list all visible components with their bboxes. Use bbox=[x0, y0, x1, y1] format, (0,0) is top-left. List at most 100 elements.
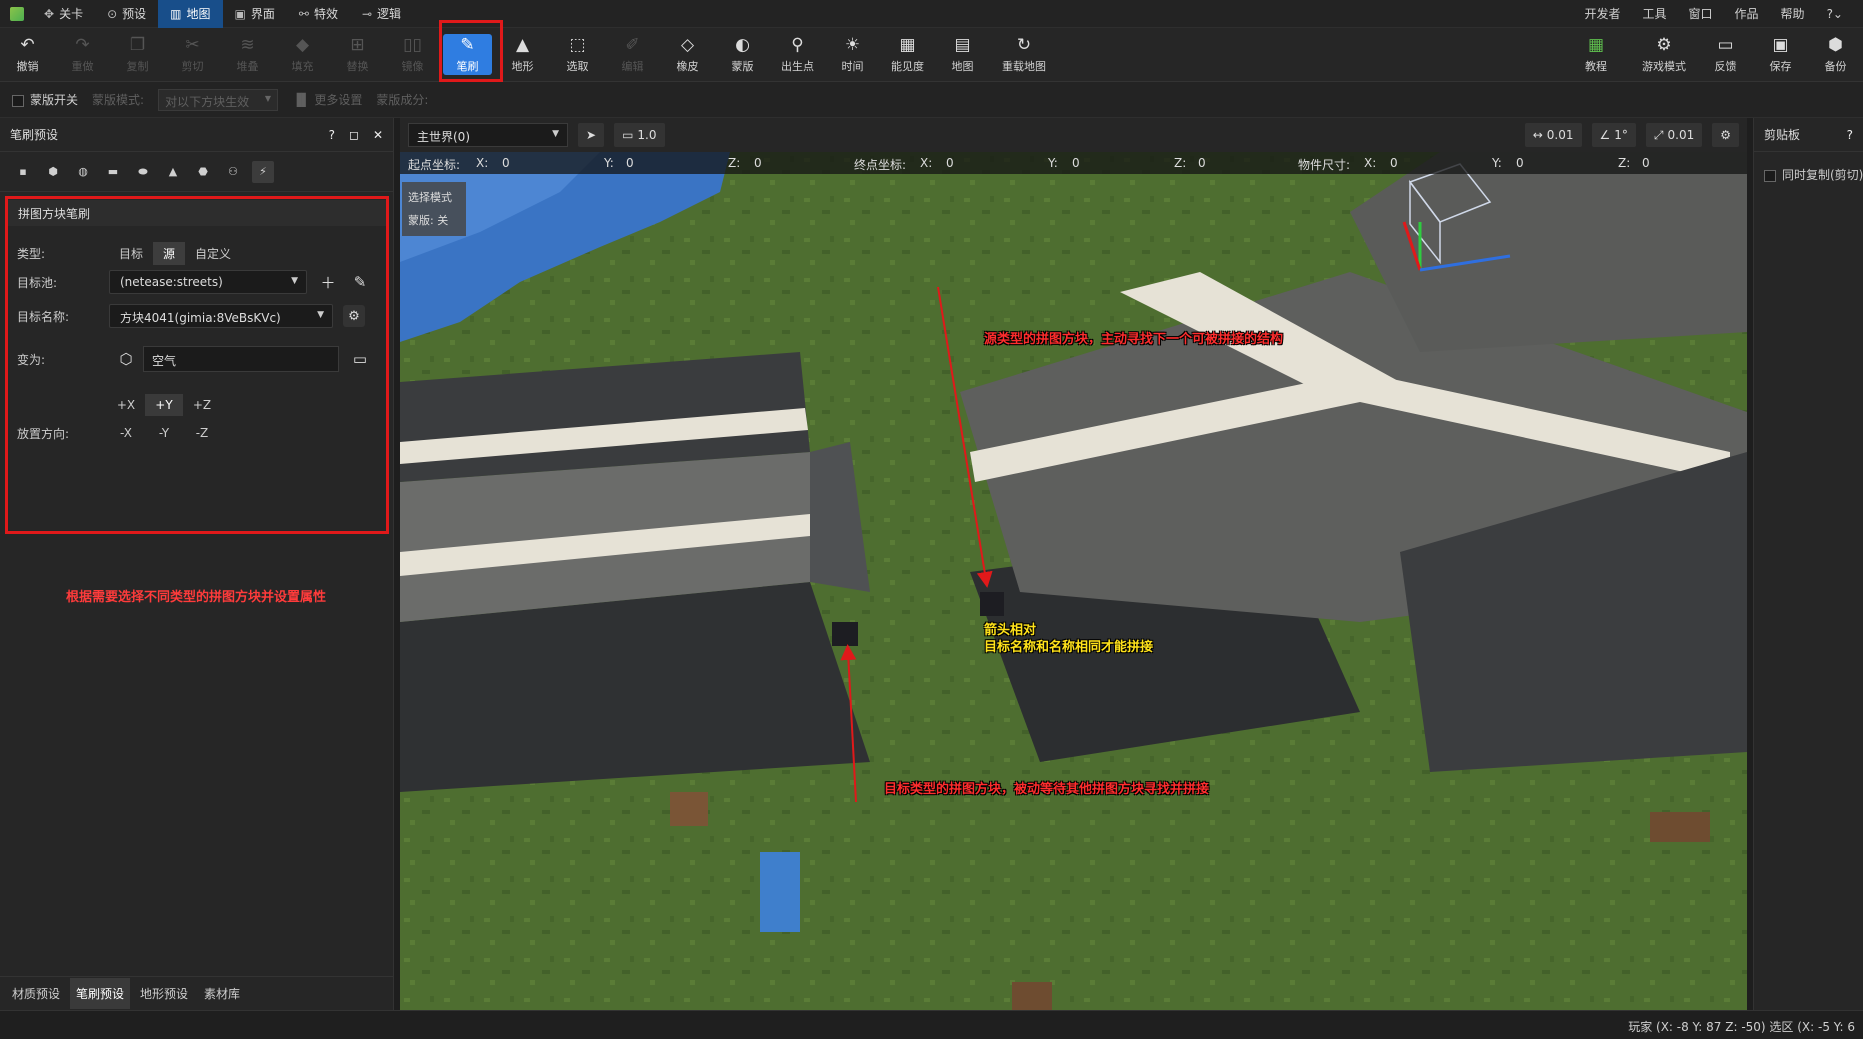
mask-toggle-checkbox[interactable] bbox=[12, 94, 24, 107]
shape-pyramid-icon[interactable]: ▲ bbox=[162, 161, 184, 183]
replace-button[interactable]: ⊞ 替换 bbox=[330, 28, 385, 81]
tab-interface[interactable]: ▣ 界面 bbox=[223, 0, 287, 28]
shape-sphere-icon[interactable]: ◍ bbox=[72, 161, 94, 183]
spawn-point-button[interactable]: ⚲ 出生点 bbox=[770, 28, 825, 81]
eraser-button[interactable]: ◇ 橡皮 bbox=[660, 28, 715, 81]
mask-mode-select[interactable]: 对以下方块生效 bbox=[158, 88, 279, 111]
dir-minus-z[interactable]: -Z bbox=[183, 422, 221, 444]
shape-point-icon[interactable]: ▪ bbox=[12, 161, 34, 183]
map-icon: ▤ bbox=[954, 34, 971, 55]
map-button[interactable]: ▤ 地图 bbox=[935, 28, 990, 81]
rotate-step-button[interactable]: ∠ 1° bbox=[1591, 123, 1636, 147]
type-target[interactable]: 目标 bbox=[109, 242, 153, 265]
terrain-button[interactable]: ▲ 地形 bbox=[495, 28, 550, 81]
reload-map-button[interactable]: ↻ 重载地图 bbox=[990, 28, 1058, 81]
shape-dome-icon[interactable]: ⬬ bbox=[132, 161, 154, 183]
dir-plus-x[interactable]: +X bbox=[107, 394, 145, 416]
half-circle-icon: ◐ bbox=[735, 34, 750, 55]
water-pool bbox=[760, 852, 800, 932]
tab-asset-library[interactable]: 素材库 bbox=[198, 978, 246, 1009]
cut-button[interactable]: ✂ 剪切 bbox=[165, 28, 220, 81]
reload-icon: ↻ bbox=[1016, 34, 1032, 55]
dir-plus-z[interactable]: +Z bbox=[183, 394, 221, 416]
target-settings-icon[interactable]: ⚙ bbox=[343, 305, 365, 327]
sync-copy-checkbox[interactable] bbox=[1764, 169, 1776, 182]
help-icon[interactable]: ? bbox=[329, 128, 335, 142]
menu-help[interactable]: 帮助 bbox=[1781, 5, 1805, 22]
minecraft-scene bbox=[400, 152, 1747, 1010]
maximize-icon[interactable]: ◻ bbox=[349, 128, 359, 142]
edit-button[interactable]: ✐ 编辑 bbox=[605, 28, 660, 81]
move-step-button[interactable]: ↔ 0.01 bbox=[1524, 123, 1582, 147]
shape-barrel-icon[interactable]: ⬣ bbox=[192, 161, 214, 183]
layers-icon: ≋ bbox=[240, 34, 255, 55]
dirt-patch bbox=[1650, 812, 1710, 842]
undo-button[interactable]: ↶ 撤销 bbox=[0, 28, 55, 81]
mask-toggle[interactable]: 蒙版开关 bbox=[12, 91, 78, 108]
tutorial-button[interactable]: ▦ 教程 bbox=[1562, 28, 1630, 81]
arrows-annotation: 箭头相对 目标名称和名称相同才能拼接 bbox=[984, 623, 1154, 655]
edit-pool-icon[interactable]: ✎ bbox=[349, 271, 371, 293]
dir-minus-x[interactable]: -X bbox=[107, 422, 145, 444]
status-bar: 玩家 (X: -8 Y: 87 Z: -50) 选区 (X: -5 Y: 6 bbox=[0, 1010, 1863, 1039]
selection-icon: ⬚ bbox=[569, 34, 586, 55]
effects-icon: ⚯ bbox=[298, 6, 309, 21]
feedback-button[interactable]: ▭ 反馈 bbox=[1698, 28, 1753, 81]
more-settings[interactable]: ▐▌ 更多设置 bbox=[292, 91, 362, 108]
game-mode-button[interactable]: ⚙ 游戏模式 bbox=[1630, 28, 1698, 81]
save-button[interactable]: ▣ 保存 bbox=[1753, 28, 1808, 81]
scene-viewport[interactable]: 主世界(0) ➤ ▭1.0 ↔0.01 ∠1° ⤢0.01 ⚙ 起点坐标: X:… bbox=[400, 118, 1747, 1010]
direction-row: 放置方向: +X +Y +Z -X -Y -Z bbox=[17, 394, 221, 444]
dir-minus-y[interactable]: -Y bbox=[145, 422, 183, 444]
menu-window[interactable]: 窗口 bbox=[1689, 5, 1713, 22]
time-button[interactable]: ☀ 时间 bbox=[825, 28, 880, 81]
target-pool-select[interactable]: (netease:streets) bbox=[109, 270, 307, 294]
copy-button[interactable]: ❐ 复制 bbox=[110, 28, 165, 81]
help-icon[interactable]: ? bbox=[1847, 128, 1853, 142]
visibility-button[interactable]: ▦ 能见度 bbox=[880, 28, 935, 81]
menu-works[interactable]: 作品 bbox=[1735, 5, 1759, 22]
stack-button[interactable]: ≋ 堆叠 bbox=[220, 28, 275, 81]
tab-terrain-preset[interactable]: 地形预设 bbox=[134, 978, 194, 1009]
scale-icon: ⤢ bbox=[1653, 127, 1664, 142]
target-name-select[interactable]: 方块4041(gimia:8VeBsKVc) bbox=[109, 304, 333, 328]
shape-cylinder-icon[interactable]: ▬ bbox=[102, 161, 124, 183]
viewport-settings-button[interactable]: ⚙ bbox=[1712, 123, 1739, 147]
eraser-icon: ◇ bbox=[680, 34, 695, 55]
help-dropdown-icon[interactable]: ?⌄ bbox=[1827, 7, 1843, 21]
close-icon[interactable]: ✕ bbox=[373, 128, 383, 142]
menu-tools[interactable]: 工具 bbox=[1643, 5, 1667, 22]
select-button[interactable]: ⬚ 选取 bbox=[550, 28, 605, 81]
shape-structure-icon[interactable]: ⚇ bbox=[222, 161, 244, 183]
type-custom[interactable]: 自定义 bbox=[185, 242, 241, 265]
mirror-button[interactable]: ▯▯ 镜像 bbox=[385, 28, 440, 81]
folder-icon[interactable]: ▭ bbox=[349, 348, 371, 370]
tab-level[interactable]: ✥ 关卡 bbox=[32, 0, 95, 28]
tab-brush-preset[interactable]: 笔刷预设 bbox=[70, 978, 131, 1009]
fill-button[interactable]: ◆ 填充 bbox=[275, 28, 330, 81]
tab-map[interactable]: ▥ 地图 bbox=[158, 0, 223, 28]
tab-effects[interactable]: ⚯ 特效 bbox=[287, 0, 350, 28]
tab-material-preset[interactable]: 材质预设 bbox=[6, 978, 66, 1009]
type-source[interactable]: 源 bbox=[153, 242, 186, 265]
shape-cube-icon[interactable]: ⬢ bbox=[42, 161, 64, 183]
shape-jigsaw-icon[interactable]: ⚡ bbox=[252, 160, 274, 183]
dir-plus-y[interactable]: +Y bbox=[145, 394, 183, 416]
tab-logic[interactable]: ⊸ 逻辑 bbox=[350, 0, 413, 28]
turn-into-input[interactable]: 空气 bbox=[143, 346, 339, 372]
mask-mode-label: 蒙版模式: bbox=[92, 93, 145, 107]
tab-preset[interactable]: ⊙ 预设 bbox=[95, 0, 158, 28]
source-annotation: 源类型的拼图方块，主动寻找下一个可被拼接的结构 bbox=[984, 332, 1284, 347]
scale-step-button[interactable]: ⤢ 0.01 bbox=[1645, 123, 1703, 147]
mask-button[interactable]: ◐ 蒙版 bbox=[715, 28, 770, 81]
navigate-button[interactable]: ➤ bbox=[578, 123, 605, 147]
sync-copy-option[interactable]: 同时复制(剪切) bbox=[1764, 166, 1863, 183]
add-pool-icon[interactable]: ＋ bbox=[317, 271, 339, 293]
viewport-toolbar: 主世界(0) ➤ ▭1.0 ↔0.01 ∠1° ⤢0.01 ⚙ bbox=[400, 118, 1747, 152]
menu-developer[interactable]: 开发者 bbox=[1584, 5, 1620, 22]
panel-title: 笔刷预设 bbox=[10, 128, 59, 142]
camera-speed-button[interactable]: ▭ 1.0 bbox=[614, 123, 665, 147]
world-select[interactable]: 主世界(0) bbox=[408, 123, 568, 147]
redo-button[interactable]: ↷ 重做 bbox=[55, 28, 110, 81]
backup-button[interactable]: ⬢ 备份 bbox=[1808, 28, 1863, 81]
